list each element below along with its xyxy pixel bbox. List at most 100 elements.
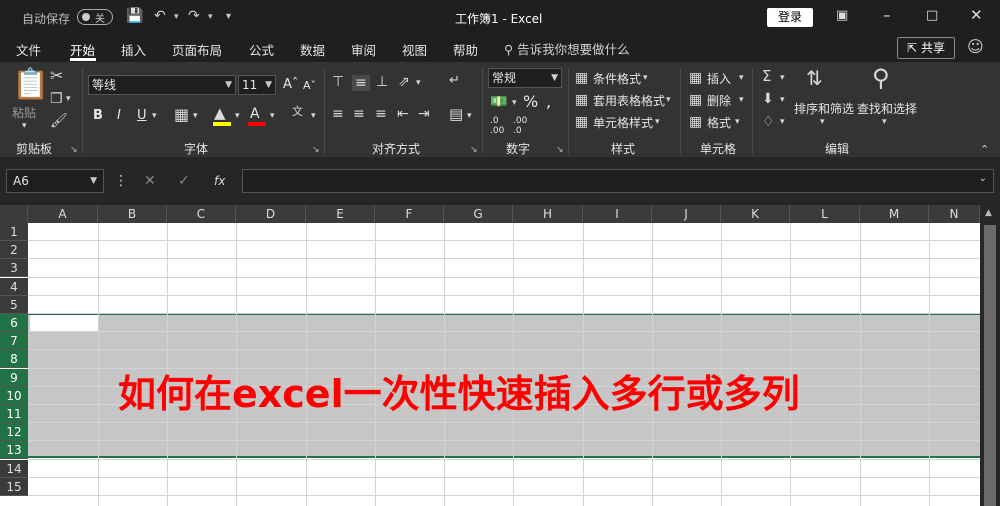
login-button[interactable]: 登录 [767, 8, 813, 27]
number-launcher-icon[interactable]: ↘ [556, 145, 564, 155]
currency-dropdown-icon[interactable]: ▾ [512, 99, 517, 108]
column-header-a[interactable]: A [28, 205, 98, 223]
scroll-thumb[interactable] [984, 225, 996, 506]
maximize-icon[interactable]: □ [926, 8, 938, 23]
share-button[interactable]: ⇱ 共享 [897, 37, 955, 59]
collapse-ribbon-icon[interactable]: ⌃ [980, 144, 989, 155]
undo-dropdown-icon[interactable]: ▾ [174, 12, 179, 22]
cut-icon[interactable]: ✂ [50, 68, 63, 84]
format-dropdown-icon[interactable]: ▾ [735, 118, 740, 127]
alignment-launcher-icon[interactable]: ↘ [470, 145, 478, 155]
autosum-icon[interactable]: Σ [762, 69, 771, 84]
underline-dropdown-icon[interactable]: ▾ [152, 112, 157, 121]
column-header-d[interactable]: D [236, 205, 306, 223]
column-header-h[interactable]: H [513, 205, 583, 223]
wrap-text-icon[interactable]: ↵ [449, 74, 460, 87]
sort-dropdown-icon[interactable]: ▾ [820, 118, 825, 127]
copy-dropdown-icon[interactable]: ▾ [66, 95, 71, 104]
font-color-icon[interactable]: A [250, 106, 260, 122]
active-cell[interactable] [30, 315, 98, 331]
fill-color-dropdown-icon[interactable]: ▾ [235, 112, 240, 121]
decrease-indent-icon[interactable]: ⇤ [397, 107, 409, 121]
orientation-icon[interactable]: ⇗ [398, 75, 410, 89]
merge-dropdown-icon[interactable]: ▾ [467, 112, 472, 121]
tab-formulas[interactable]: 公式 [249, 40, 274, 59]
close-icon[interactable]: ✕ [970, 6, 983, 24]
paste-label[interactable]: 粘贴 [12, 104, 36, 121]
undo-icon[interactable]: ↶ [154, 8, 166, 24]
column-header-b[interactable]: B [98, 205, 167, 223]
borders-icon[interactable]: ▦ [174, 107, 189, 123]
cell-styles-dropdown-icon[interactable]: ▾ [655, 118, 660, 127]
increase-decimal-icon[interactable]: .0.00 [490, 116, 504, 136]
column-header-n[interactable]: N [929, 205, 980, 223]
insert-dropdown-icon[interactable]: ▾ [739, 74, 744, 83]
fill-icon[interactable]: ⬇ [762, 92, 774, 106]
orientation-dropdown-icon[interactable]: ▾ [416, 79, 421, 88]
sort-filter-icon[interactable]: ⇅ [806, 68, 823, 88]
table-dropdown-icon[interactable]: ▾ [666, 96, 671, 105]
column-header-e[interactable]: E [306, 205, 375, 223]
cell-styles-button[interactable]: 单元格样式 [593, 114, 653, 131]
format-as-table-button[interactable]: 套用表格格式 [593, 92, 665, 109]
column-header-j[interactable]: J [652, 205, 721, 223]
delete-dropdown-icon[interactable]: ▾ [739, 96, 744, 105]
top-align-icon[interactable]: ⊤ [332, 75, 344, 89]
clear-dropdown-icon[interactable]: ▾ [780, 118, 785, 127]
tab-home[interactable]: 开始 [70, 40, 95, 59]
paste-icon[interactable]: 📋 [12, 70, 49, 100]
tab-view[interactable]: 视图 [402, 40, 427, 59]
feedback-smiley-icon[interactable]: ☺ [967, 37, 984, 56]
increase-indent-icon[interactable]: ⇥ [418, 107, 430, 121]
expand-formula-icon[interactable]: ⌄ [979, 173, 987, 184]
autosave-toggle[interactable]: 关 [77, 9, 113, 25]
decrease-decimal-icon[interactable]: .00.0 [513, 116, 527, 136]
row-header-13[interactable]: 13 [0, 441, 28, 460]
row-header-4[interactable]: 4 [0, 277, 28, 296]
row-header-3[interactable]: 3 [0, 259, 28, 278]
phonetic-dropdown-icon[interactable]: ▾ [311, 112, 316, 121]
find-select-button[interactable]: 查找和选择 [857, 100, 917, 117]
font-name-select[interactable]: 等线 ▼ [88, 75, 236, 95]
row-header-14[interactable]: 14 [0, 459, 28, 478]
tab-insert[interactable]: 插入 [121, 40, 146, 59]
row-header-10[interactable]: 10 [0, 386, 28, 405]
tab-data[interactable]: 数据 [300, 40, 325, 59]
copy-icon[interactable]: ❐ [50, 92, 63, 106]
row-header-11[interactable]: 11 [0, 405, 28, 423]
percent-icon[interactable]: % [523, 92, 538, 111]
scroll-up-icon[interactable]: ▲ [985, 208, 992, 218]
format-cells-button[interactable]: 格式 [707, 114, 731, 131]
row-header-5[interactable]: 5 [0, 295, 28, 314]
font-size-select[interactable]: 11 ▼ [238, 75, 276, 95]
row-header-6[interactable]: 6 [0, 314, 28, 332]
redo-dropdown-icon[interactable]: ▾ [208, 12, 213, 22]
worksheet-grid[interactable]: ABCDEFGHIJKLMN 1 2 3 4 5 6 7 8 9 10 11 12 13 14 15 如何在… [0, 205, 1000, 506]
column-header-k[interactable]: K [721, 205, 790, 223]
row-header-12[interactable]: 12 [0, 423, 28, 442]
redo-icon[interactable]: ↷ [188, 8, 200, 24]
clear-icon[interactable]: ♢ [762, 115, 775, 129]
cancel-icon[interactable]: ✕ [144, 173, 156, 189]
italic-button[interactable]: I [117, 108, 121, 123]
vertical-scrollbar[interactable]: ▲ [980, 205, 1000, 506]
align-left-icon[interactable]: ≡ [332, 107, 344, 121]
bold-button[interactable]: B [93, 108, 103, 123]
tab-page-layout[interactable]: 页面布局 [172, 40, 222, 59]
insert-function-icon[interactable]: fx [214, 174, 225, 188]
number-format-select[interactable]: 常规 ▼ [488, 68, 562, 88]
delete-cells-button[interactable]: 删除 [707, 92, 731, 109]
increase-font-icon[interactable]: Aˆ [283, 77, 298, 92]
clipboard-launcher-icon[interactable]: ↘ [70, 145, 78, 155]
column-header-l[interactable]: L [790, 205, 860, 223]
sort-filter-button[interactable]: 排序和筛选 [794, 100, 854, 117]
enter-icon[interactable]: ✓ [178, 173, 190, 189]
column-header-i[interactable]: I [583, 205, 652, 223]
fill-color-icon[interactable]: ▲ [214, 106, 226, 121]
formula-input[interactable]: ⌄ [242, 169, 994, 193]
autosum-dropdown-icon[interactable]: ▾ [780, 74, 785, 83]
borders-dropdown-icon[interactable]: ▾ [193, 112, 198, 121]
tell-me-search[interactable]: ⚲ 告诉我你想要做什么 [504, 39, 630, 58]
find-dropdown-icon[interactable]: ▾ [882, 118, 887, 127]
minimize-icon[interactable]: – [883, 6, 891, 24]
